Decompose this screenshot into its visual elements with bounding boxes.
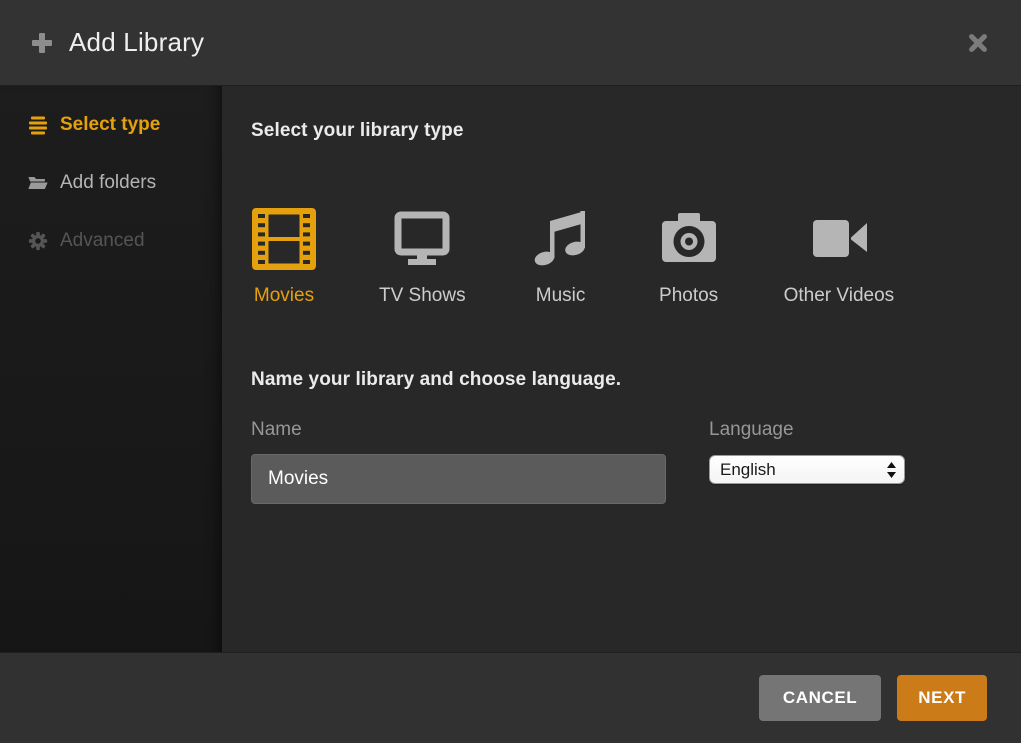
video-camera-icon: [806, 206, 872, 272]
open-folder-icon: [27, 172, 49, 194]
language-field-label: Language: [709, 419, 905, 441]
plus-icon: [30, 31, 54, 55]
film-strip-icon: [251, 206, 317, 272]
next-button[interactable]: NEXT: [897, 675, 987, 721]
library-type-label: TV Shows: [379, 285, 466, 307]
library-type-movies[interactable]: Movies: [251, 206, 317, 307]
dialog-header: Add Library: [0, 0, 1021, 86]
library-type-list: Movies TV Shows: [251, 206, 1021, 307]
language-select[interactable]: English: [709, 455, 905, 484]
dialog-title: Add Library: [69, 27, 204, 58]
cancel-button[interactable]: CANCEL: [759, 675, 881, 721]
sidebar-item-add-folders[interactable]: Add folders: [0, 154, 222, 212]
sidebar-item-advanced: Advanced: [0, 212, 222, 270]
library-type-label: Movies: [254, 285, 314, 307]
list-lines-icon: [27, 114, 49, 136]
main-panel: Select your library type: [222, 86, 1021, 652]
library-type-photos[interactable]: Photos: [656, 206, 722, 307]
sidebar-item-label: Add folders: [60, 172, 156, 194]
name-library-heading: Name your library and choose language.: [251, 369, 1021, 391]
library-type-other-videos[interactable]: Other Videos: [784, 206, 895, 307]
sidebar-item-label: Advanced: [60, 230, 145, 252]
library-type-label: Other Videos: [784, 285, 895, 307]
gear-icon: [27, 230, 49, 252]
sidebar-item-label: Select type: [60, 114, 160, 136]
name-language-form: Name Language English: [251, 419, 1021, 504]
library-type-tv-shows[interactable]: TV Shows: [379, 206, 466, 307]
library-type-label: Photos: [659, 285, 718, 307]
select-type-heading: Select your library type: [251, 120, 1021, 142]
name-field-label: Name: [251, 419, 666, 441]
tv-icon: [389, 206, 455, 272]
select-stepper-icon: [886, 461, 897, 479]
dialog-body: Select type Add folders: [0, 86, 1021, 652]
dialog-footer: CANCEL NEXT: [0, 652, 1021, 743]
language-selected-value: English: [720, 460, 886, 480]
library-type-music[interactable]: Music: [528, 206, 594, 307]
library-type-label: Music: [536, 285, 586, 307]
add-library-dialog: Add Library Select type Add folders: [0, 0, 1021, 743]
library-name-input[interactable]: [251, 454, 666, 504]
sidebar: Select type Add folders: [0, 86, 222, 652]
camera-icon: [656, 206, 722, 272]
sidebar-item-select-type[interactable]: Select type: [0, 96, 222, 154]
close-icon[interactable]: [965, 30, 991, 56]
music-note-icon: [528, 206, 594, 272]
